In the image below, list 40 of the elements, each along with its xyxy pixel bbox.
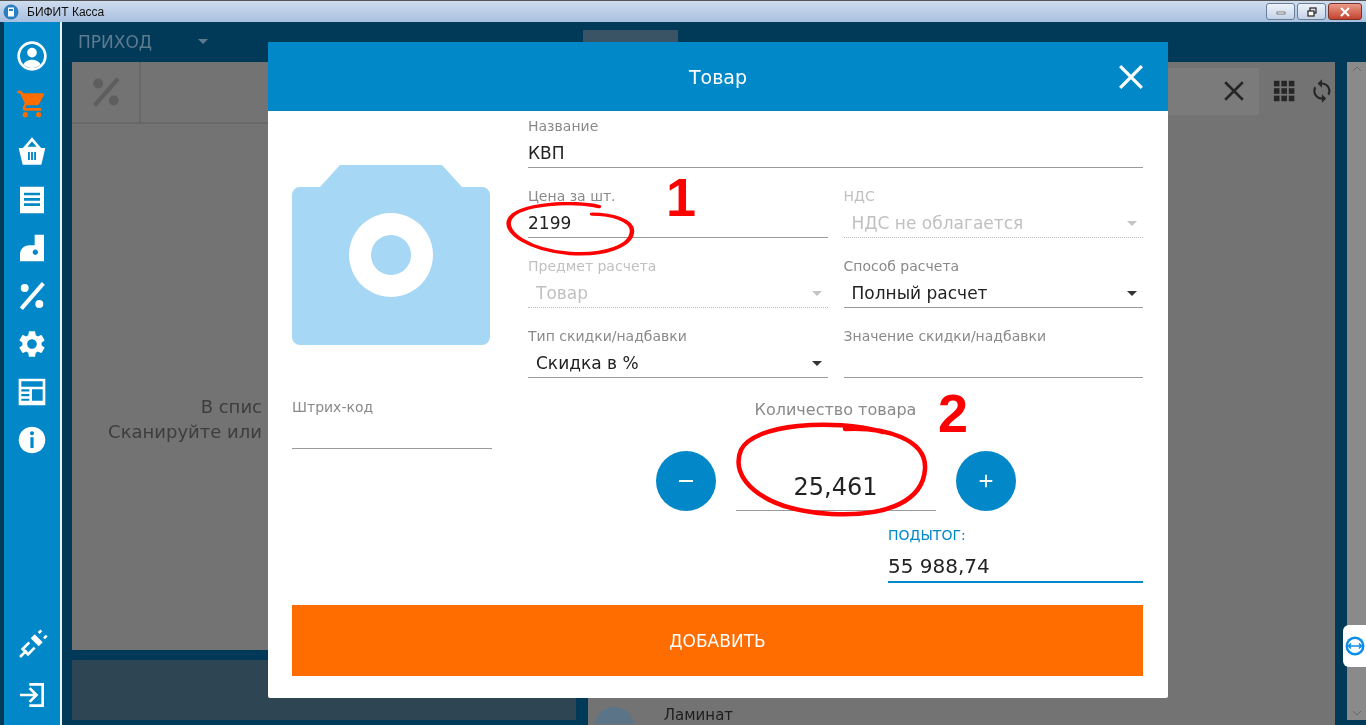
field-label: Штрих-код xyxy=(292,398,374,416)
window-title: БИФИТ Касса xyxy=(27,4,105,19)
input-field[interactable]: КВП xyxy=(528,139,1143,168)
caret-icon xyxy=(1127,220,1137,226)
field-label: НДС xyxy=(843,187,875,205)
minimize-button[interactable] xyxy=(1266,3,1295,20)
close-icon xyxy=(1339,6,1351,17)
caret-icon xyxy=(198,39,209,45)
quantity-field[interactable]: 25,461 xyxy=(735,463,936,511)
user-icon[interactable] xyxy=(16,40,48,72)
subtotal-field[interactable]: 55 988,74 xyxy=(888,551,1143,583)
field-label: Тип скидки/надбавки xyxy=(528,327,687,345)
clear-icon[interactable] xyxy=(1223,80,1245,102)
product-name[interactable]: Ламинат xyxy=(663,707,734,724)
dropdown[interactable]: Полный расчет xyxy=(843,279,1143,308)
field-label: Способ расчета xyxy=(843,257,960,275)
close-icon[interactable] xyxy=(1118,64,1144,90)
dialog-title: Товар xyxy=(688,65,748,88)
subtotal-label: ПОДЫТОГ: xyxy=(888,527,967,543)
arrows-icon xyxy=(1344,636,1365,656)
app-icon xyxy=(3,3,19,20)
caret-icon xyxy=(811,360,822,366)
news-icon[interactable] xyxy=(16,376,48,408)
basket-icon[interactable] xyxy=(16,136,48,168)
grid-icon[interactable] xyxy=(1273,78,1296,104)
dropdown[interactable]: Скидка в % xyxy=(528,349,828,378)
minus-icon xyxy=(678,480,693,482)
annotation-number: 2 xyxy=(938,386,969,440)
info-icon[interactable] xyxy=(16,424,48,456)
field-label: Предмет расчета xyxy=(528,257,657,275)
caret-icon xyxy=(1127,290,1137,296)
restore-button[interactable] xyxy=(1297,3,1326,20)
remote-tab[interactable] xyxy=(1343,625,1366,667)
field-label: Цена за шт. xyxy=(528,187,616,205)
field-label: Значение скидки/надбавки xyxy=(843,327,1047,345)
restore-icon xyxy=(1305,6,1318,17)
close-window-button[interactable] xyxy=(1328,3,1362,20)
caret-icon xyxy=(811,290,822,296)
field-label: Название xyxy=(528,117,599,135)
quantity-label: Количество товара xyxy=(754,400,917,419)
